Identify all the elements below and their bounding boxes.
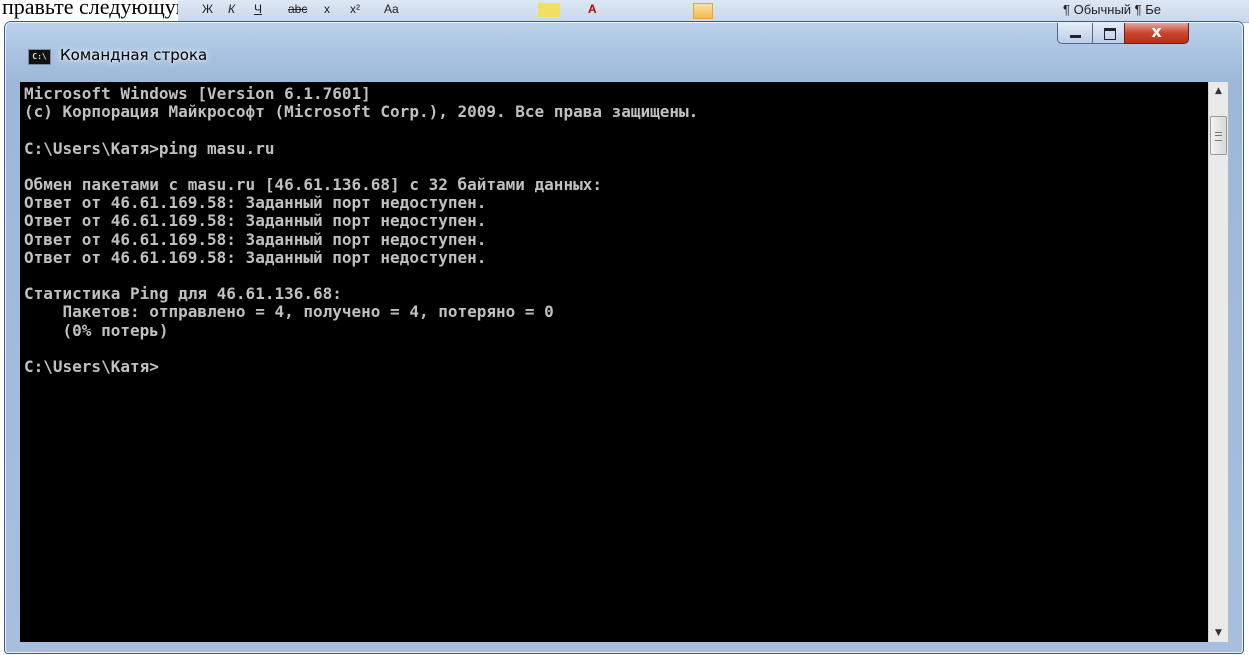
scroll-up-button[interactable]: ▲ [1209, 82, 1228, 100]
console-line: Пакетов: отправлено = 4, получено = 4, п… [24, 302, 554, 322]
close-icon: x [1151, 22, 1162, 41]
ribbon-underline-button: Ч [254, 2, 262, 16]
ribbon-style-gallery: ¶ Обычный ¶ Бе [1063, 2, 1162, 17]
console-line: Ответ от 46.61.169.58: Заданный порт нед… [24, 247, 487, 267]
ribbon-subscript-button: x [324, 2, 330, 16]
ribbon-font-color-button: A [588, 2, 597, 16]
window-title: Командная строка [60, 46, 208, 64]
ribbon-align-left-icon [693, 3, 713, 19]
console-line: Ответ от 46.61.169.58: Заданный порт нед… [24, 211, 487, 231]
grip-icon [1215, 132, 1222, 141]
ribbon-bold-button: Ж [202, 2, 214, 16]
console-line: Ответ от 46.61.169.58: Заданный порт нед… [24, 193, 487, 213]
console-window: C:\ Командная строка x Microsoft Windows… [5, 22, 1243, 653]
console-icon[interactable]: C:\ [28, 49, 51, 65]
ribbon-italic-button: К [228, 2, 236, 16]
console-line: (c) Корпорация Майкрософт (Microsoft Cor… [24, 102, 699, 122]
maximize-button[interactable] [1092, 23, 1125, 44]
scroll-thumb[interactable] [1210, 116, 1227, 155]
vertical-scrollbar[interactable]: ▲ ▼ [1208, 82, 1228, 642]
console-line: C:\Users\Катя> [24, 356, 159, 376]
console-line: (0% потерь) [24, 320, 169, 340]
console-line: Ответ от 46.61.169.58: Заданный порт нед… [24, 229, 487, 249]
close-button[interactable]: x [1124, 22, 1189, 44]
console-output[interactable]: Microsoft Windows [Version 6.1.7601] (c) … [20, 82, 1208, 642]
minimize-icon [1070, 35, 1081, 38]
console-text: Microsoft Windows [Version 6.1.7601] (c) … [20, 82, 1208, 376]
console-line: C:\Users\Катя>ping masu.ru [24, 138, 275, 158]
background-ribbon: Ж К Ч abc x x² Aa A ¶ Обычный ¶ Бе [178, 0, 1249, 23]
ribbon-case-button: Aa [384, 2, 399, 16]
console-line: Статистика Ping для 46.61.136.68: [24, 284, 342, 304]
ribbon-superscript-button: x² [350, 2, 360, 16]
scroll-down-button[interactable]: ▼ [1209, 624, 1228, 642]
console-line: Microsoft Windows [Version 6.1.7601] [24, 84, 371, 103]
ribbon-highlight-icon [538, 3, 560, 17]
maximize-icon [1104, 28, 1116, 40]
console-line: Обмен пакетами с masu.ru [46.61.136.68] … [24, 174, 602, 194]
ribbon-strike-button: abc [288, 2, 308, 16]
minimize-button[interactable] [1057, 23, 1093, 44]
